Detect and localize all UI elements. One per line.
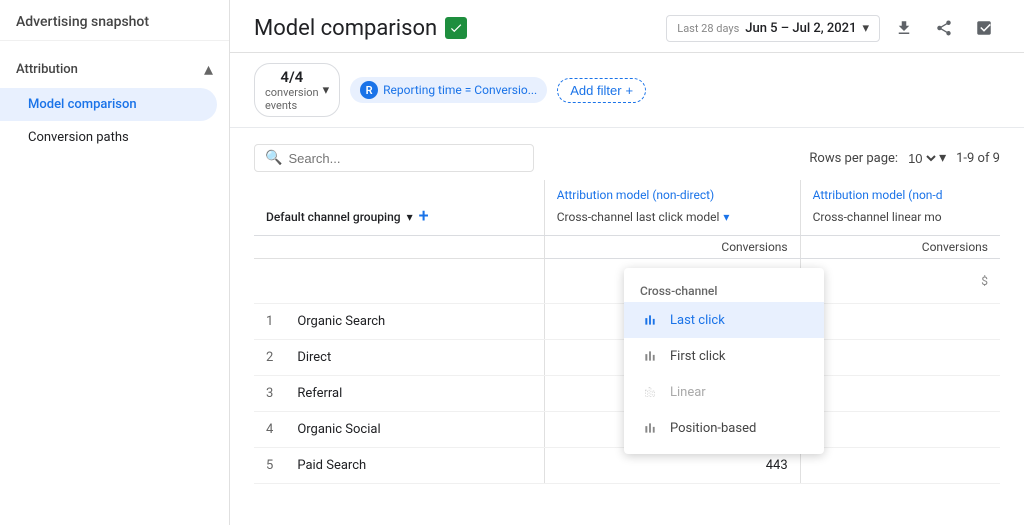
td-row-conv2 [800,304,1000,340]
rows-per-page-select[interactable]: 10 25 50 [904,150,939,167]
dropdown-item-label: Last click [670,313,725,328]
table-toolbar: 🔍 Rows per page: 10 25 50 ▾ 1-9 of 9 [254,144,1000,172]
chevron-down-icon: ▾ [723,210,729,224]
th-model2-sub[interactable]: Cross-channel linear mo [800,204,1000,236]
dropdown-section-label: Cross-channel [624,276,824,302]
main-content: Model comparison Last 28 days Jun 5 – Ju… [230,0,1024,525]
td-total-label [254,259,544,304]
td-row-num: 5 [254,448,285,484]
title-verified-icon [445,17,467,39]
th-model1-sub[interactable]: Cross-channel last click model ▾ [544,204,800,236]
model-dropdown-menu[interactable]: Cross-channel Last click First click [624,268,824,454]
td-row-num: 1 [254,304,285,340]
page-title: Model comparison [254,16,467,41]
th-empty [254,180,544,204]
conversion-filter-pill[interactable]: 4/4 conversionevents ▾ [254,63,340,117]
top-bar-actions: Last 28 days Jun 5 – Jul 2, 2021 ▾ [666,12,1000,44]
conversion-label: conversionevents [265,86,319,112]
model1-dropdown-trigger[interactable]: Cross-channel last click model ▾ [557,210,788,224]
dropdown-item-first-click[interactable]: First click [624,338,824,374]
table-subheader-row: Conversions Conversions [254,236,1000,259]
model2-dropdown-trigger[interactable]: Cross-channel linear mo [813,210,988,224]
reporting-time-pill[interactable]: R Reporting time = Conversio... [350,77,547,103]
chevron-up-icon: ▴ [204,59,213,80]
sidebar: Advertising snapshot Attribution ▴ Model… [0,0,230,525]
dropdown-item-position-based[interactable]: Position-based [624,410,824,446]
add-filter-button[interactable]: Add filter + [557,78,646,103]
top-bar: Model comparison Last 28 days Jun 5 – Ju… [230,0,1024,53]
th-model1-header: Attribution model (non-direct) [544,180,800,204]
chevron-down-icon: ▾ [862,21,869,36]
chevron-down-icon: ▾ [407,210,413,224]
analytics-button[interactable] [968,12,1000,44]
share-button[interactable] [928,12,960,44]
add-filter-label: Add filter [570,83,621,98]
date-range-selector[interactable]: Last 28 days Jun 5 – Jul 2, 2021 ▾ [666,15,880,42]
td-row-conv2 [800,340,1000,376]
filters-bar: 4/4 conversionevents ▾ R Reporting time … [230,53,1024,128]
td-row-num: 3 [254,376,285,412]
td-row-num: 4 [254,412,285,448]
date-range-value: Jun 5 – Jul 2, 2021 [745,21,856,36]
td-row-name: Organic Social [285,412,544,448]
sidebar-section-header-attribution[interactable]: Attribution ▴ [0,51,229,88]
rows-per-page-label: Rows per page: [809,151,898,166]
td-row-num: 2 [254,340,285,376]
table-header-row-1: Attribution model (non-direct) Attributi… [254,180,1000,204]
bar-chart-icon [640,348,660,364]
reporting-badge: R [360,81,378,99]
bar-chart-icon [640,312,660,328]
export-button[interactable] [888,12,920,44]
search-input[interactable] [288,151,523,166]
bar-dotted-icon [640,384,660,400]
chevron-down-icon: ▾ [939,150,946,166]
plus-icon: + [626,83,634,98]
dropdown-item-last-click[interactable]: Last click [624,302,824,338]
search-box[interactable]: 🔍 [254,144,534,172]
td-row-conv2 [800,376,1000,412]
page-info: 1-9 of 9 [956,151,1000,166]
search-icon: 🔍 [265,150,282,166]
bar-chart-icon [640,420,660,436]
th-empty-sub [254,236,544,259]
date-range-label: Last 28 days [677,22,739,35]
sidebar-section-attribution: Attribution ▴ Model comparison Conversio… [0,41,229,164]
dropdown-item-label: First click [670,349,725,364]
table-area: 🔍 Rows per page: 10 25 50 ▾ 1-9 of 9 [230,128,1024,525]
td-row-name: Paid Search [285,448,544,484]
sidebar-item-conversion-paths[interactable]: Conversion paths [0,121,217,154]
sidebar-item-model-comparison[interactable]: Model comparison [0,88,217,121]
td-row-name: Organic Search [285,304,544,340]
pagination-controls: Rows per page: 10 25 50 ▾ 1-9 of 9 [809,150,1000,167]
dropdown-item-linear: Linear [624,374,824,410]
sidebar-section-label: Attribution [16,62,78,77]
chevron-down-icon: ▾ [323,83,330,98]
td-row-name: Direct [285,340,544,376]
conversion-count: 4/4 [280,68,303,86]
table-wrapper: Attribution model (non-direct) Attributi… [254,180,1000,484]
td-row-conv2 [800,448,1000,484]
th-model2-header: Attribution model (non-d [800,180,1000,204]
dropdown-item-label: Position-based [670,421,756,436]
dropdown-item-label: Linear [670,385,706,400]
sidebar-app-title: Advertising snapshot [0,0,229,41]
reporting-label: Reporting time = Conversio... [383,83,537,97]
td-total-conversions2: $ [800,259,1000,304]
th-conversions1: Conversions [544,236,800,259]
td-row-name: Referral [285,376,544,412]
th-conversions2: Conversions [800,236,1000,259]
th-channel-grouping: Default channel grouping ▾ + [254,204,544,236]
td-row-conv2 [800,412,1000,448]
channel-grouping-control[interactable]: Default channel grouping ▾ + [266,206,532,227]
add-dimension-icon[interactable]: + [419,206,429,227]
table-header-row-2: Default channel grouping ▾ + Cross-chann… [254,204,1000,236]
